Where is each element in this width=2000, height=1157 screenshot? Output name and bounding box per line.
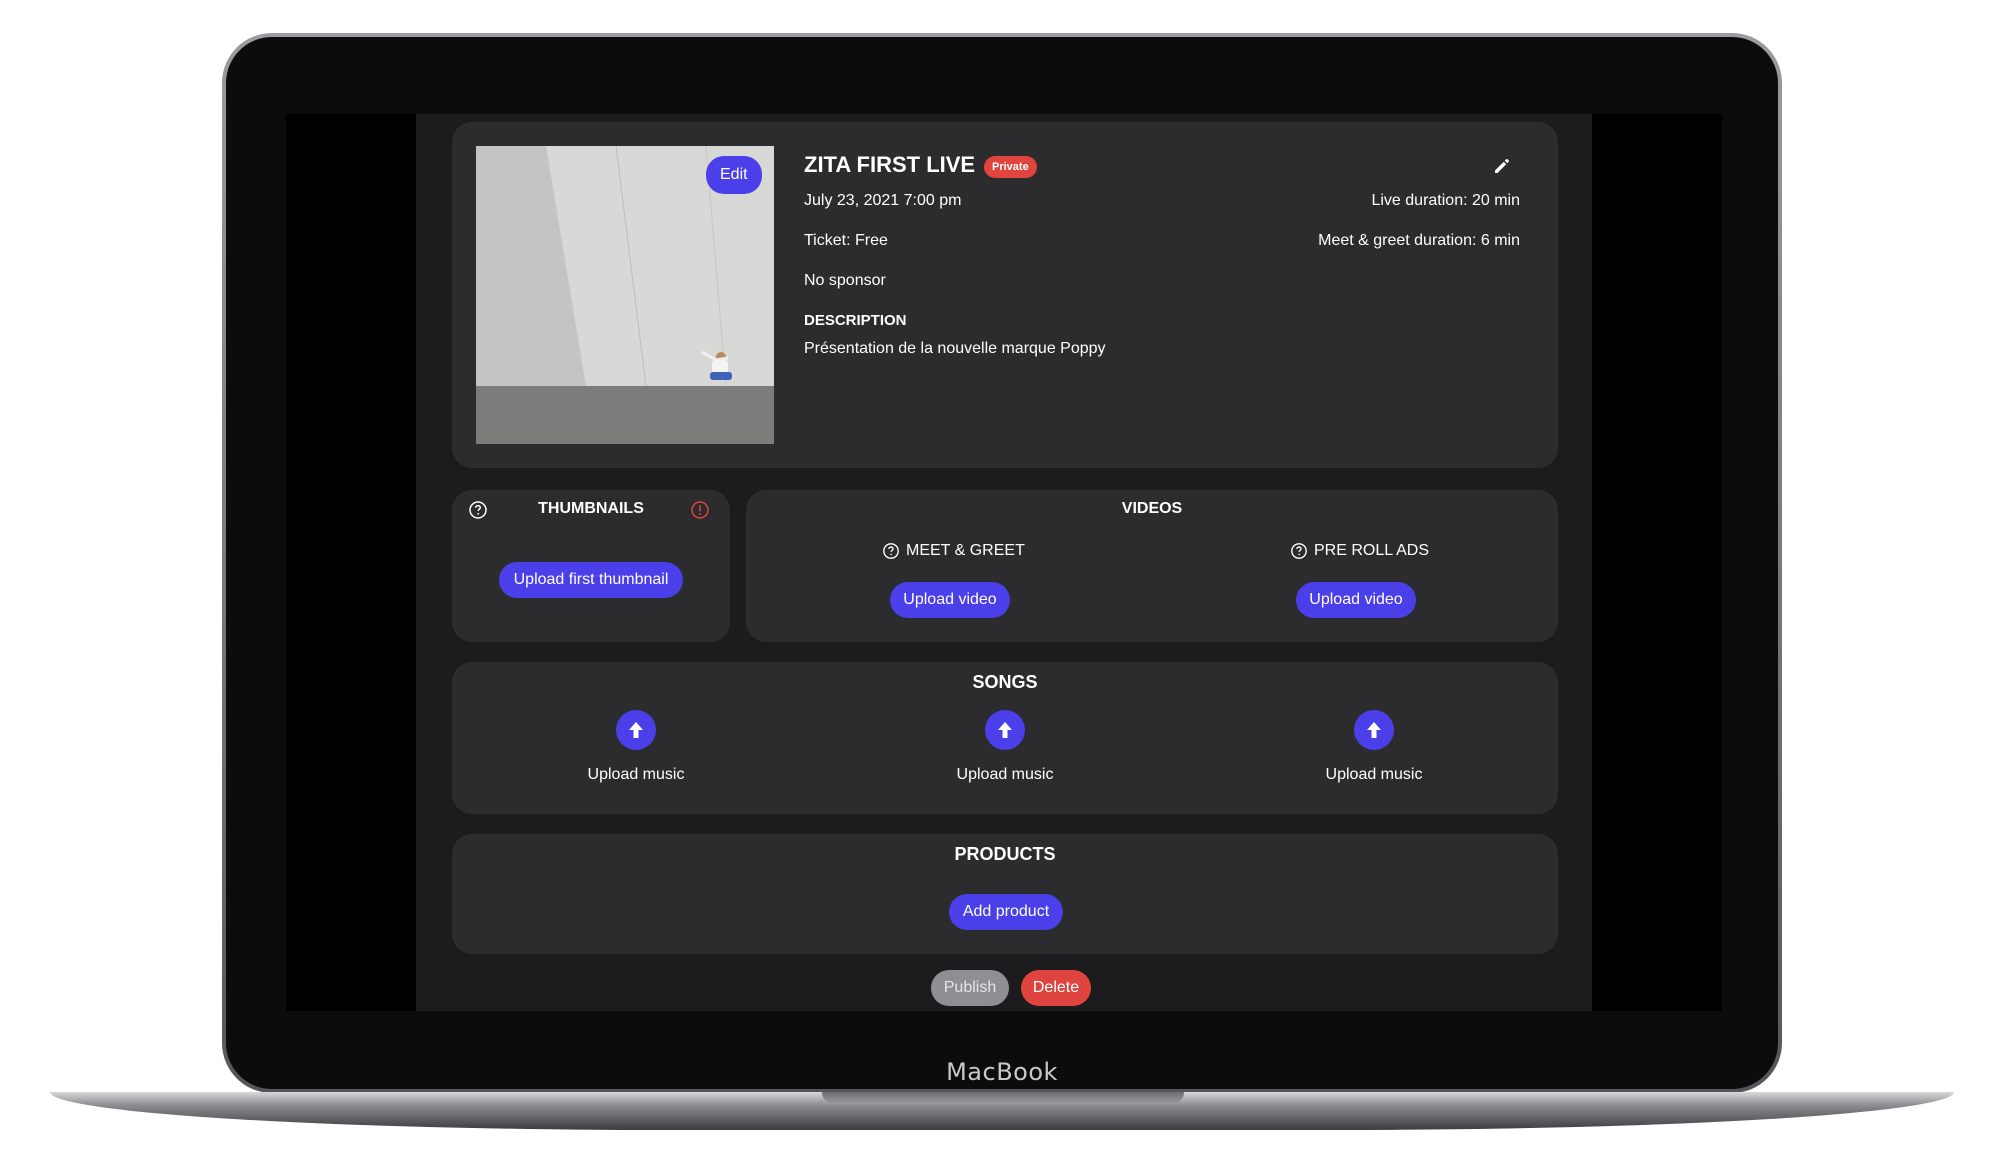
pencil-icon[interactable] bbox=[1492, 156, 1512, 176]
private-badge: Private bbox=[984, 156, 1037, 178]
video-slot-pre-roll-ads: PRE ROLL ADS Upload video bbox=[1286, 542, 1430, 632]
video-slot-label: MEET & GREET bbox=[906, 542, 1025, 559]
song-slot[interactable]: Upload music bbox=[935, 710, 1075, 790]
publish-button[interactable]: Publish bbox=[931, 970, 1009, 1006]
video-slot-meet-greet: MEET & GREET Upload video bbox=[880, 542, 1025, 632]
delete-button[interactable]: Delete bbox=[1021, 970, 1091, 1006]
video-slot-label: PRE ROLL ADS bbox=[1314, 542, 1430, 559]
description-heading: DESCRIPTION bbox=[804, 312, 907, 329]
device-mockup: Edit ZITA FIRST LIVE Private July 23, 20… bbox=[0, 0, 2000, 1157]
event-info-card: Edit ZITA FIRST LIVE Private July 23, 20… bbox=[452, 122, 1558, 468]
event-cover-image: Edit bbox=[476, 146, 774, 444]
event-detail-page: Edit ZITA FIRST LIVE Private July 23, 20… bbox=[416, 114, 1592, 1011]
upload-music-label: Upload music bbox=[587, 766, 685, 783]
upload-arrow-icon[interactable] bbox=[985, 710, 1025, 750]
upload-arrow-icon[interactable] bbox=[616, 710, 656, 750]
event-title: ZITA FIRST LIVE bbox=[804, 152, 976, 177]
edit-cover-button[interactable]: Edit bbox=[706, 156, 762, 194]
thumbnails-heading: THUMBNAILS bbox=[538, 500, 644, 517]
videos-card: VIDEOS MEET & GREET Upload video PRE ROL… bbox=[746, 490, 1558, 642]
songs-heading: SONGS bbox=[972, 672, 1038, 692]
upload-video-button[interactable]: Upload video bbox=[890, 582, 1010, 618]
laptop-hinge-notch bbox=[822, 1092, 1184, 1104]
upload-thumbnail-button[interactable]: Upload first thumbnail bbox=[499, 562, 683, 598]
upload-music-label: Upload music bbox=[1325, 766, 1423, 783]
live-duration: Live duration: 20 min bbox=[1371, 192, 1520, 209]
add-product-button[interactable]: Add product bbox=[949, 894, 1063, 930]
upload-music-label: Upload music bbox=[956, 766, 1054, 783]
event-description: Présentation de la nouvelle marque Poppy bbox=[804, 340, 1106, 357]
thumbnails-card: THUMBNAILS Upload first thumbnail bbox=[452, 490, 730, 642]
laptop-screen: Edit ZITA FIRST LIVE Private July 23, 20… bbox=[286, 114, 1722, 1011]
device-label: MacBook bbox=[946, 1058, 1058, 1086]
exclamation-circle-icon bbox=[690, 500, 710, 525]
song-slot[interactable]: Upload music bbox=[566, 710, 706, 790]
question-circle-icon[interactable] bbox=[882, 542, 900, 565]
upload-video-button[interactable]: Upload video bbox=[1296, 582, 1416, 618]
products-card: PRODUCTS Add product bbox=[452, 834, 1558, 954]
question-circle-icon[interactable] bbox=[1290, 542, 1308, 565]
event-sponsor: No sponsor bbox=[804, 272, 886, 289]
meet-greet-duration: Meet & greet duration: 6 min bbox=[1318, 232, 1520, 249]
event-datetime: July 23, 2021 7:00 pm bbox=[804, 192, 962, 209]
products-heading: PRODUCTS bbox=[954, 844, 1056, 864]
songs-card: SONGS Upload music Upload music Upload m… bbox=[452, 662, 1558, 814]
song-slot[interactable]: Upload music bbox=[1304, 710, 1444, 790]
videos-heading: VIDEOS bbox=[1121, 500, 1183, 517]
event-ticket: Ticket: Free bbox=[804, 232, 888, 249]
upload-arrow-icon[interactable] bbox=[1354, 710, 1394, 750]
